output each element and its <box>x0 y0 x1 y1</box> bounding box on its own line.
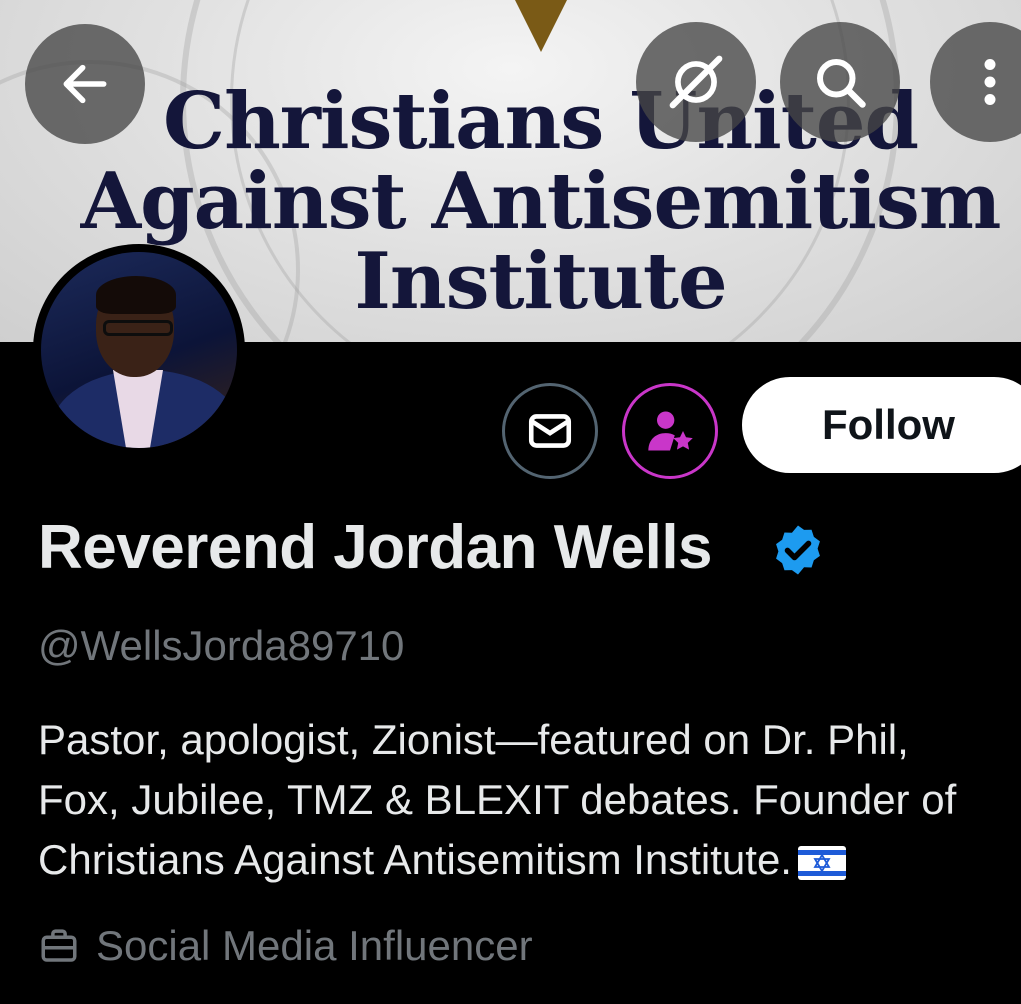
more-vertical-icon <box>984 59 996 105</box>
avatar-hair <box>96 276 176 314</box>
bio-line: Fox, Jubilee, TMZ & BLEXIT debates. Foun… <box>38 776 957 823</box>
bio-line: Pastor, apologist, Zionist—featured on D… <box>38 716 909 763</box>
subscribe-icon <box>648 411 693 451</box>
follow-button[interactable]: Follow <box>742 377 1021 473</box>
bio: Pastor, apologist, Zionist—featured on D… <box>38 710 1021 890</box>
bio-line-last: Christians Against Antisemitism Institut… <box>38 830 1021 890</box>
banner-emblem <box>515 0 567 52</box>
display-name: Reverend Jordan Wells <box>38 513 713 582</box>
bio-line-text: Christians Against Antisemitism Institut… <box>38 836 792 883</box>
search-button[interactable] <box>780 22 900 142</box>
avatar-photo <box>41 252 237 448</box>
avatar[interactable] <box>33 244 245 456</box>
message-button[interactable] <box>502 383 598 479</box>
search-icon <box>817 59 866 108</box>
israel-flag-icon <box>797 845 846 880</box>
grok-icon <box>669 55 723 109</box>
subscribe-button[interactable] <box>622 383 718 479</box>
verified-badge-icon[interactable] <box>770 522 826 578</box>
briefcase-icon <box>41 929 77 962</box>
grok-button[interactable] <box>636 22 756 142</box>
back-button[interactable] <box>25 24 145 144</box>
envelope-icon <box>528 414 572 448</box>
profile-category: Social Media Influencer <box>38 922 533 970</box>
category-label: Social Media Influencer <box>96 922 533 969</box>
banner-title-line: Against Antisemitism <box>80 156 1002 247</box>
avatar-glasses <box>103 320 173 336</box>
arrow-left-icon <box>63 64 107 104</box>
user-handle: @WellsJorda89710 <box>38 622 405 669</box>
